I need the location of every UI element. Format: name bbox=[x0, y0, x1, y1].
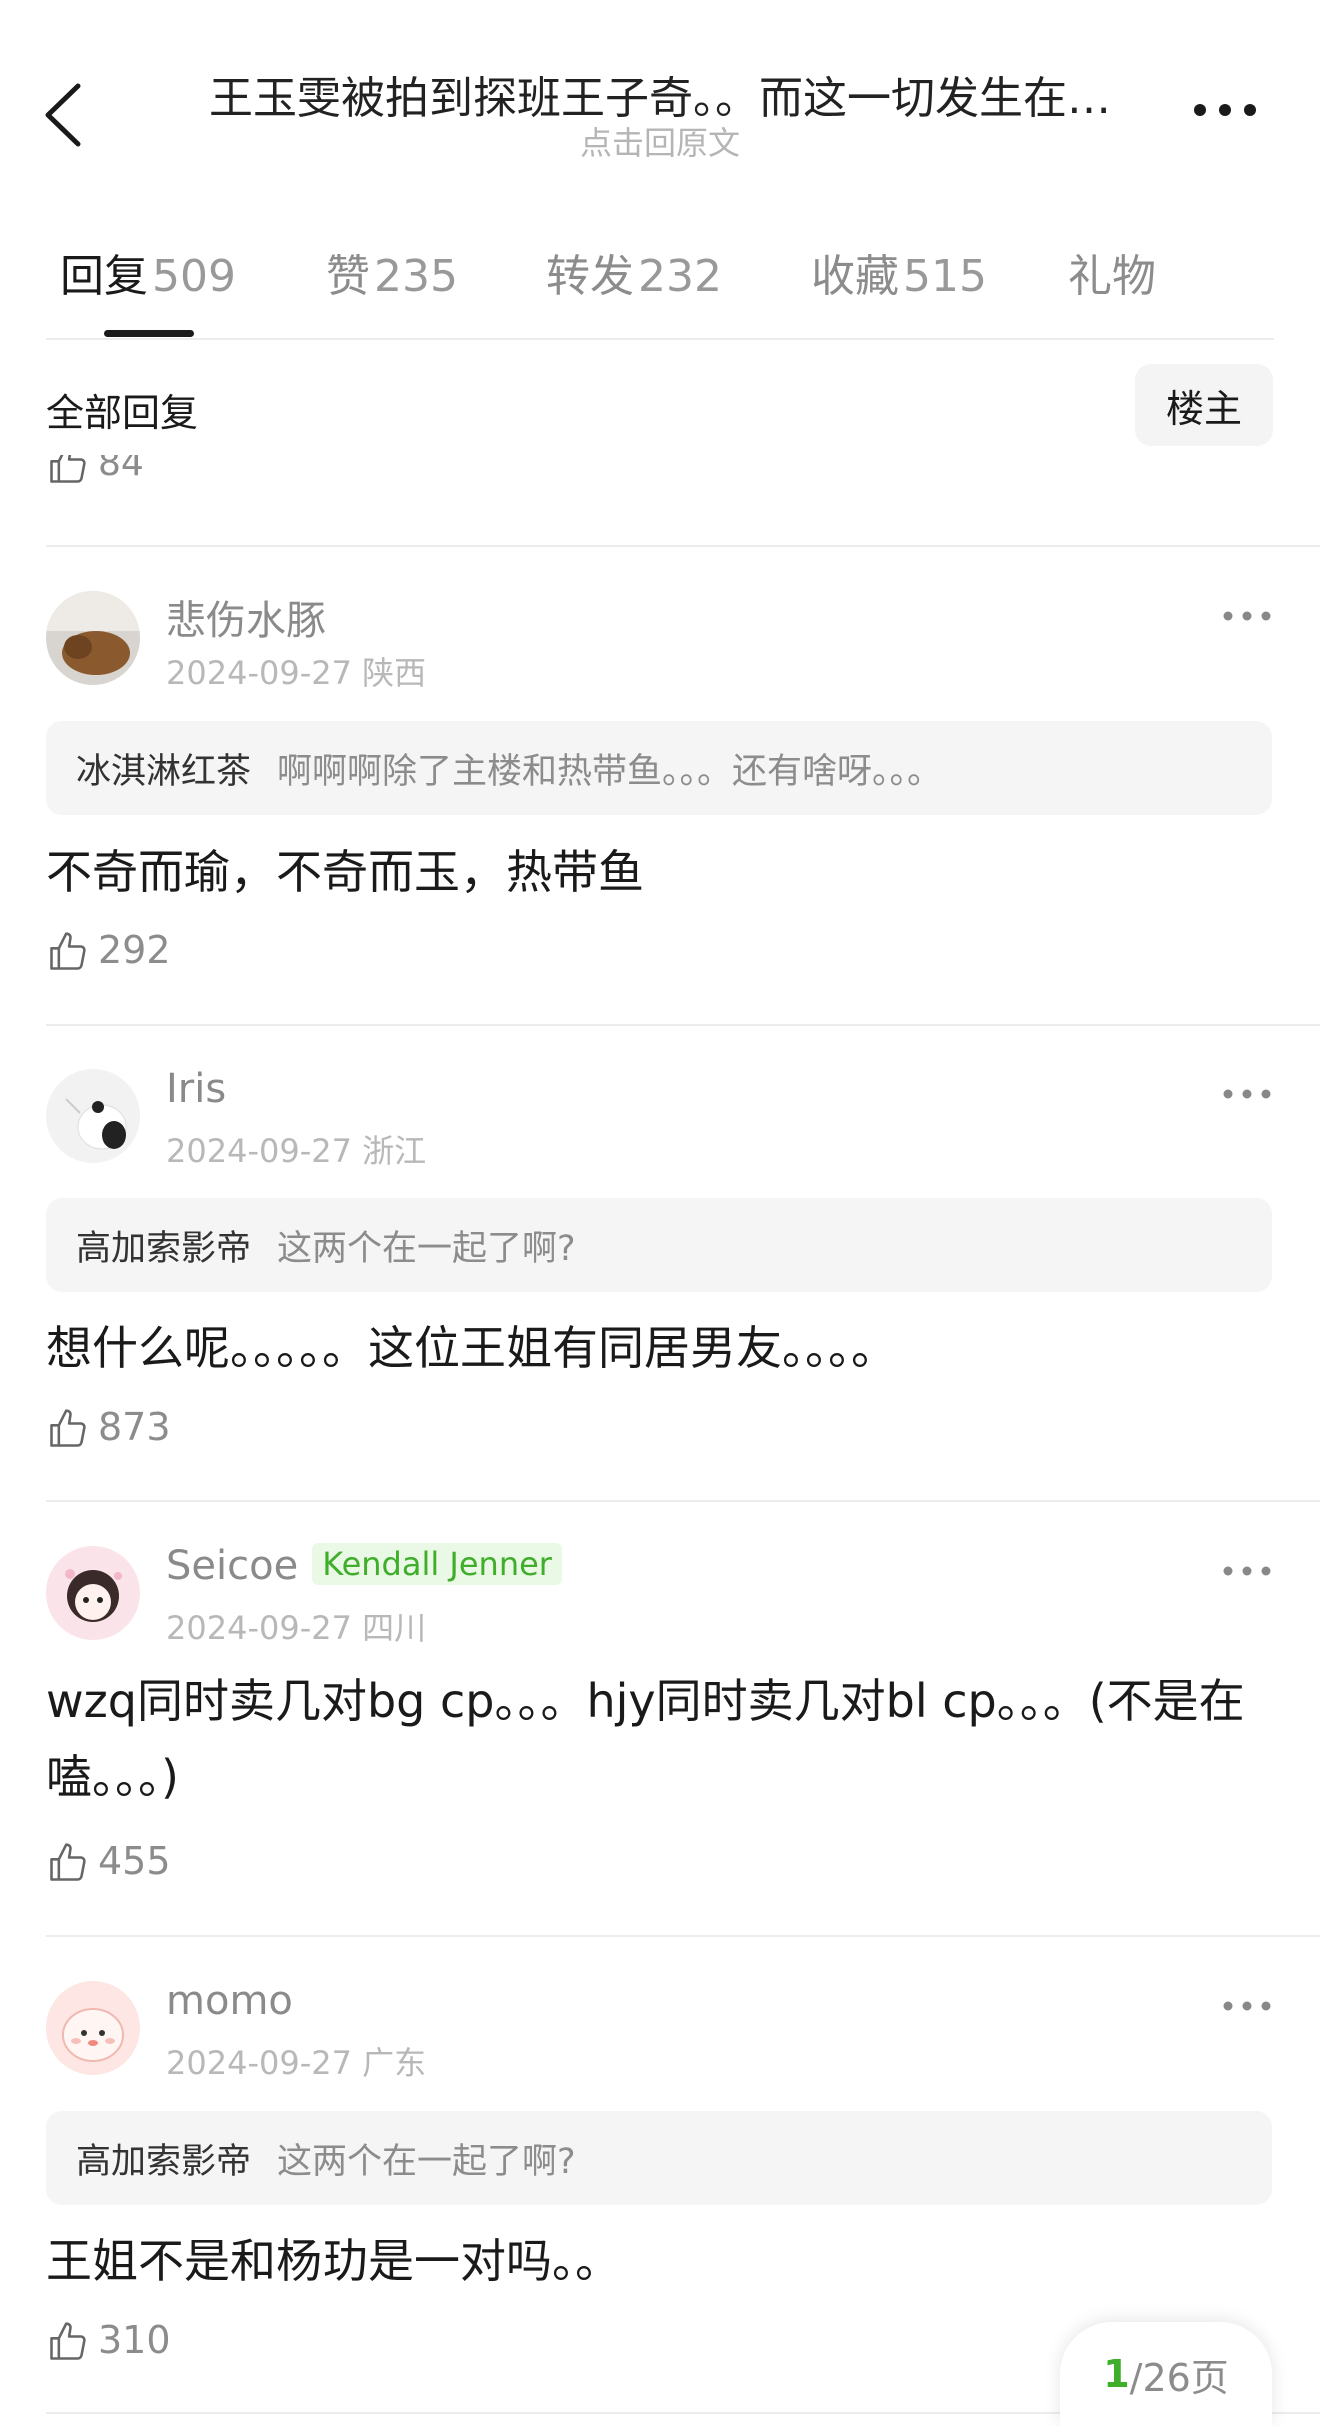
previous-comment-likes: 84 bbox=[46, 455, 446, 500]
thumbs-up-icon bbox=[50, 1409, 86, 1447]
thumbs-up-icon bbox=[50, 932, 86, 970]
op-only-button[interactable]: 楼主 bbox=[1135, 364, 1273, 446]
tab-replies[interactable]: 回复509 bbox=[60, 240, 236, 304]
tab-bar: 回复509 赞235 转发232 收藏515 礼物 bbox=[0, 240, 1320, 340]
comment-more-icon[interactable] bbox=[1222, 1563, 1272, 1579]
quoted-text: 啊啊啊除了主楼和热带鱼。。。还有啥呀。。。 bbox=[277, 751, 943, 792]
like-count: 310 bbox=[98, 2318, 171, 2362]
comment-text: wzq同时卖几对bg cp。。。hjy同时卖几对bl cp。。。(不是在嗑。。。… bbox=[46, 1674, 1245, 1804]
post-title[interactable]: 王玉雯被拍到探班王子奇。。而这一切发生在… bbox=[190, 62, 1130, 126]
avatar[interactable] bbox=[46, 1546, 140, 1640]
thumbs-up-icon bbox=[50, 2322, 86, 2360]
divider bbox=[46, 1500, 1320, 1502]
top-bar: 王玉雯被拍到探班王子奇。。而这一切发生在… 点击回原文 bbox=[0, 0, 1320, 200]
comment-meta: 2024-09-27 浙江 bbox=[166, 1132, 427, 1170]
avatar[interactable] bbox=[46, 1069, 140, 1163]
quoted-reply[interactable]: 高加索影帝 这两个在一起了啊? bbox=[46, 2111, 1272, 2205]
like-count: 873 bbox=[98, 1405, 171, 1449]
tab-likes[interactable]: 赞235 bbox=[326, 240, 458, 304]
like-count: 292 bbox=[98, 928, 171, 972]
total-pages: /26页 bbox=[1129, 2355, 1229, 2400]
like-count: 455 bbox=[98, 1839, 171, 1883]
avatar[interactable] bbox=[46, 591, 140, 685]
avatar[interactable] bbox=[46, 1981, 140, 2075]
comment-meta: 2024-09-27 四川 bbox=[166, 1609, 427, 1647]
username[interactable]: 悲伤水豚 bbox=[166, 588, 326, 646]
comment-more-icon[interactable] bbox=[1222, 1998, 1272, 2014]
divider bbox=[46, 1935, 1320, 1937]
divider bbox=[46, 338, 1274, 340]
comment-more-icon[interactable] bbox=[1222, 1086, 1272, 1102]
comment-text: 不奇而瑜，不奇而玉，热带鱼 bbox=[46, 845, 644, 899]
quoted-username: 冰淇淋红茶 bbox=[76, 751, 252, 792]
comment-more-icon[interactable] bbox=[1222, 608, 1272, 624]
comment-meta: 2024-09-27 广东 bbox=[166, 2044, 427, 2082]
quoted-reply[interactable]: 冰淇淋红茶 啊啊啊除了主楼和热带鱼。。。还有啥呀。。。 bbox=[46, 721, 1272, 815]
quoted-username: 高加索影帝 bbox=[76, 2141, 252, 2182]
active-tab-indicator bbox=[104, 330, 194, 337]
thumbs-up-icon[interactable] bbox=[46, 455, 90, 487]
username[interactable]: Iris bbox=[166, 1066, 226, 1112]
divider bbox=[46, 1024, 1320, 1026]
comment-text: 想什么呢。。。。。这位王姐有同居男友。。。。 bbox=[46, 1321, 897, 1375]
quoted-reply[interactable]: 高加索影帝 这两个在一起了啊? bbox=[46, 1198, 1272, 1292]
tab-reposts[interactable]: 转发232 bbox=[546, 240, 722, 304]
tab-favorites[interactable]: 收藏515 bbox=[811, 240, 987, 304]
back-to-original-link[interactable]: 点击回原文 bbox=[190, 118, 1130, 164]
username[interactable]: momo bbox=[166, 1978, 293, 2024]
tab-gifts[interactable]: 礼物 bbox=[1068, 240, 1160, 304]
quoted-text: 这两个在一起了啊? bbox=[277, 2141, 576, 2182]
comment-text: 王姐不是和杨玏是一对吗。。 bbox=[46, 2234, 621, 2288]
more-options-icon[interactable] bbox=[1190, 90, 1260, 130]
back-arrow-icon[interactable] bbox=[40, 80, 90, 150]
fan-badge[interactable]: Kendall Jenner bbox=[312, 1543, 562, 1585]
username: Seicoe Kendall Jenner bbox=[166, 1543, 562, 1589]
comment-meta: 2024-09-27 陕西 bbox=[166, 654, 427, 692]
thumbs-up-icon bbox=[50, 1843, 86, 1881]
quoted-username: 高加索影帝 bbox=[76, 1228, 252, 1269]
current-page: 1 bbox=[1103, 2352, 1130, 2396]
page-indicator[interactable]: 1/26页 bbox=[1060, 2322, 1272, 2426]
all-replies-filter[interactable]: 全部回复 bbox=[46, 382, 198, 437]
quoted-text: 这两个在一起了啊? bbox=[277, 1228, 576, 1269]
divider bbox=[46, 545, 1320, 547]
username-text[interactable]: Seicoe bbox=[166, 1543, 298, 1589]
